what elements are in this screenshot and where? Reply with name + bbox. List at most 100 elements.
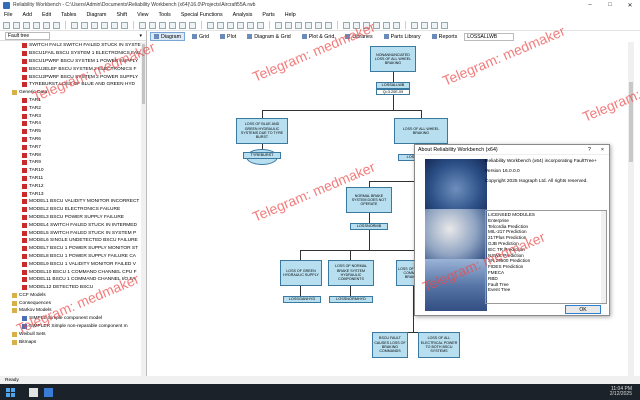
gate-tyreburst[interactable]: LOSS OF BLUE AND GREEN HYDRAULIC SYSTEMS… (236, 118, 288, 144)
tree-item[interactable]: MODEL2 BSCU ELECTRONICS FAILURE (0, 206, 146, 214)
toolbar-tool-icon[interactable] (373, 21, 380, 29)
tree-item[interactable]: TAR11 (0, 175, 146, 183)
tree-item[interactable]: BSCU1PWRF BSCU SYSTEM 1 POWER SUPPLY (0, 58, 146, 66)
tree-item[interactable]: TAR9 (0, 159, 146, 167)
menu-item[interactable]: Diagram (86, 12, 106, 18)
toolbar-tool-icon[interactable] (227, 21, 234, 29)
toolbar-tool-icon[interactable] (421, 21, 428, 29)
tree-item[interactable]: Markov Models (0, 307, 146, 315)
toolbar-tool-icon[interactable] (325, 21, 332, 29)
toolbar-tool-icon[interactable] (217, 21, 224, 29)
tree-item[interactable]: MODEL1 BSCU VALIDITY MONITOR INCORRECT (0, 198, 146, 206)
menu-item[interactable]: Special Functions (181, 12, 223, 18)
tree-item[interactable]: Generic Data (0, 89, 146, 97)
system-clock[interactable]: 11:04 PM 2/12/2025 (610, 386, 632, 398)
plot-grid-button[interactable]: Plot & Grid (298, 32, 339, 41)
panel-view-select[interactable]: Fault tree (5, 31, 50, 40)
diagram-view-button[interactable]: Diagram (150, 32, 186, 41)
tree-item[interactable]: MODEL4 SWITCH FAILED STUCK IN INTERMED (0, 221, 146, 229)
menu-item[interactable]: View (137, 12, 148, 18)
tree-item[interactable]: TAR5 (0, 128, 146, 136)
explorer-taskbar-icon[interactable] (29, 387, 38, 397)
fault-tree-selector[interactable]: LOSSALLWB (464, 32, 515, 41)
tree-item[interactable]: TAR1 (0, 97, 146, 105)
toolbar-tool-icon[interactable] (393, 21, 400, 29)
gate-top[interactable]: NONANNUNCIATED LOSS OF ALL WHEEL BRAKING (370, 46, 416, 72)
toolbar-tool-icon[interactable] (81, 21, 88, 29)
tree-item[interactable]: BSCU2PWRF BSCU SYSTEM 2 POWER SUPPLY (0, 73, 146, 81)
menu-item[interactable]: File (4, 12, 13, 18)
toolbar-tool-icon[interactable] (411, 21, 418, 29)
toolbar-tool-icon[interactable] (43, 21, 50, 29)
toolbar-tool-icon[interactable] (169, 21, 176, 29)
tree-item[interactable]: TAR10 (0, 167, 146, 175)
toolbar-tool-icon[interactable] (121, 21, 128, 29)
modules-scrollbar[interactable] (601, 211, 606, 303)
parts-library-button[interactable]: Parts Library (380, 32, 425, 41)
menu-item[interactable]: Shift (116, 12, 127, 18)
tree-item[interactable]: MODEL7 BSCU 1 POWER SUPPLY MONITOR ST (0, 245, 146, 253)
windows-start-icon[interactable] (6, 387, 15, 397)
toolbar-tool-icon[interactable] (315, 21, 322, 29)
tree-item[interactable]: TAR4 (0, 120, 146, 128)
diagram-grid-button[interactable]: Diagram & Grid (243, 32, 295, 41)
tree-item[interactable]: TAR7 (0, 143, 146, 151)
libraries-button[interactable]: Libraries (341, 32, 376, 41)
grid-view-button[interactable]: Grid (188, 32, 213, 41)
toolbar-tool-icon[interactable] (353, 21, 360, 29)
menu-item[interactable]: Tools (158, 12, 170, 18)
tree-item[interactable]: MODEL6 SINGLE UNDETECTED BSCU FAILURE (0, 237, 146, 245)
tree-item[interactable]: TAR8 (0, 151, 146, 159)
ok-button[interactable]: OK (565, 305, 601, 314)
toolbar-tool-icon[interactable] (71, 21, 78, 29)
tree-item[interactable]: Consequences (0, 299, 146, 307)
tree-item[interactable]: SWITCH FAIL2 SWITCH FAILED STUCK IN SYST… (0, 42, 146, 50)
chevron-down-icon[interactable]: ▾ (139, 33, 142, 39)
toolbar-tool-icon[interactable] (207, 21, 214, 29)
toolbar-tool-icon[interactable] (159, 21, 166, 29)
menu-item[interactable]: Tables (61, 12, 76, 18)
minimize-button[interactable]: – (580, 2, 600, 9)
gate-electrical-power[interactable]: LOSS OF ALL ELECTRICAL POWER TO BOTH BSC… (418, 332, 460, 358)
toolbar-tool-icon[interactable] (53, 21, 60, 29)
toolbar-tool-icon[interactable] (101, 21, 108, 29)
tree-item[interactable]: SIMPLE Simple component model (0, 315, 146, 323)
toolbar-tool-icon[interactable] (295, 21, 302, 29)
tree-item[interactable]: MODEL10 BSCU 1 COMMAND CHANNEL CPU F (0, 268, 146, 276)
toolbar-tool-icon[interactable] (33, 21, 40, 29)
tree-item[interactable]: TYREBURST LOSS OF BLUE AND GREEN HYD (0, 81, 146, 89)
toolbar-tool-icon[interactable] (431, 21, 438, 29)
toolbar-tool-icon[interactable] (343, 21, 350, 29)
tree-item[interactable]: TAR13 (0, 190, 146, 198)
gate-loss-all-wheel-braking[interactable]: LOSS OF ALL WHEEL BRAKING (394, 118, 448, 144)
toolbar-tool-icon[interactable] (189, 21, 196, 29)
tree-item[interactable]: MODEL5 SWITCH FAILED STUCK IN SYSTEM P (0, 229, 146, 237)
modules-list[interactable]: LICENSED MODULES Enterprise Telcordia Pre… (485, 210, 607, 304)
tree-item[interactable]: TAR3 (0, 112, 146, 120)
close-button[interactable]: ✕ (620, 2, 640, 9)
tree-item[interactable]: TAR12 (0, 182, 146, 190)
toolbar-tool-icon[interactable] (91, 21, 98, 29)
tree-item[interactable]: CCF Models (0, 292, 146, 300)
menu-item[interactable]: Parts (262, 12, 274, 18)
toolbar-tool-icon[interactable] (23, 21, 30, 29)
toolbar-tool-icon[interactable] (237, 21, 244, 29)
toolbar-tool-icon[interactable] (305, 21, 312, 29)
plot-view-button[interactable]: Plot (216, 32, 240, 41)
workbench-taskbar-icon[interactable] (44, 387, 53, 397)
toolbar-tool-icon[interactable] (149, 21, 156, 29)
toolbar-tool-icon[interactable] (441, 21, 448, 29)
toolbar-tool-icon[interactable] (383, 21, 390, 29)
tree-item[interactable]: MODEL12 DETECTED BSCU (0, 284, 146, 292)
help-icon[interactable]: ? (588, 147, 591, 153)
close-icon[interactable]: × (601, 147, 604, 153)
gate-normal-brake[interactable]: NORMAL BRAKE SYSTEM DOES NOT OPERATE (346, 187, 392, 213)
toolbar-tool-icon[interactable] (3, 21, 10, 29)
toolbar-tool-icon[interactable] (111, 21, 118, 29)
menu-item[interactable]: Help (285, 12, 296, 18)
tree-item[interactable]: MODEL8 BSCU 1 POWER SUPPLY FAILURE CA (0, 253, 146, 261)
tree-item[interactable]: TAR6 (0, 136, 146, 144)
toolbar-tool-icon[interactable] (275, 21, 282, 29)
reports-button[interactable]: Reports (428, 32, 462, 41)
tree-item[interactable]: TAR2 (0, 104, 146, 112)
